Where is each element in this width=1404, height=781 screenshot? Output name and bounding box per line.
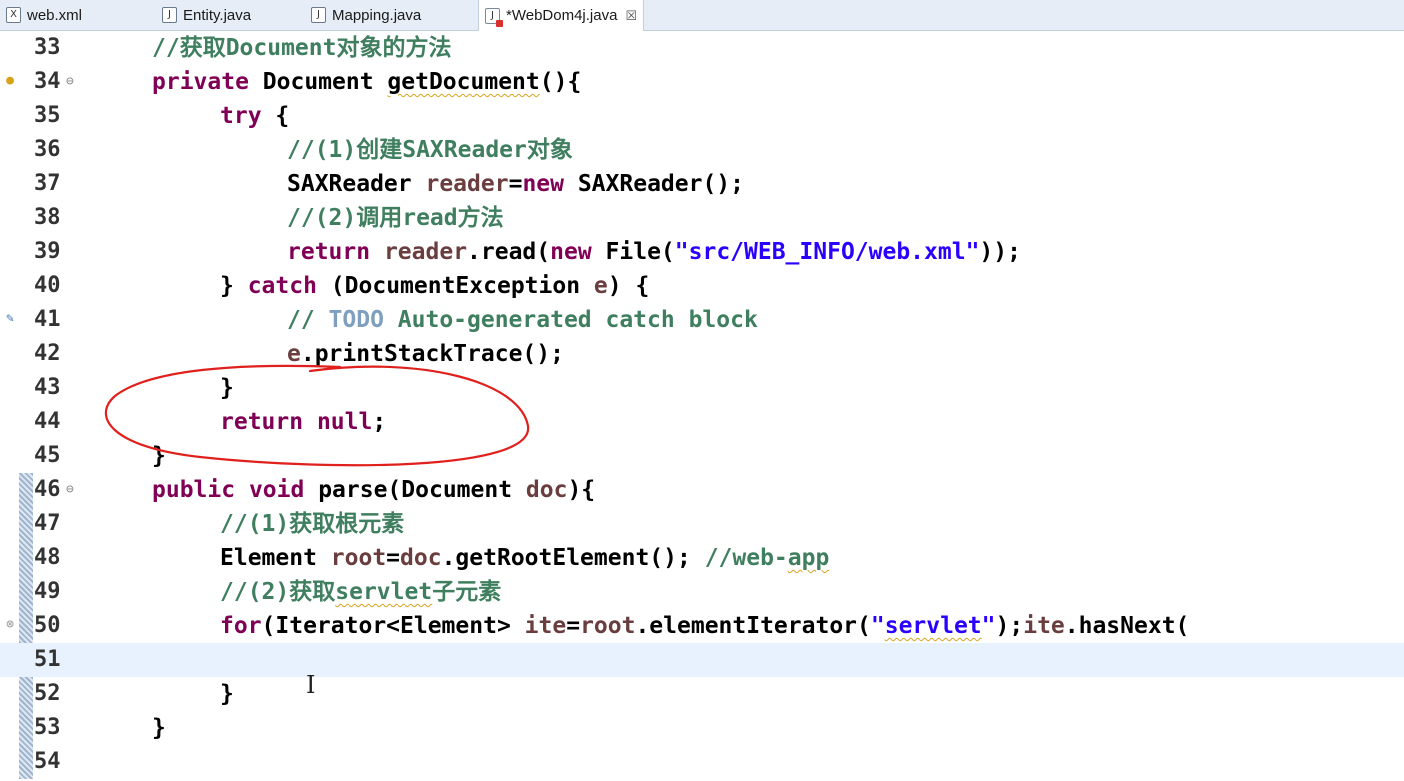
line-number: 52 — [34, 681, 61, 706]
tab-label: Entity.java — [183, 6, 252, 24]
line-number: 47 — [34, 511, 61, 536]
line-number: 33 — [34, 35, 61, 60]
line-number: 49 — [34, 579, 61, 604]
code-text: for(Iterator<Element> ite=root.elementIt… — [220, 613, 1190, 639]
tab-label: Mapping.java — [332, 6, 422, 24]
code-line: 37 SAXReader reader=new SAXReader(); — [0, 167, 1404, 201]
tab-mapping-java[interactable]: J Mapping.java — [311, 0, 421, 30]
warning-icon[interactable]: ● — [2, 73, 18, 89]
line-number: 48 — [34, 545, 61, 570]
line-number: 38 — [34, 205, 61, 230]
line-number: 51 — [34, 647, 61, 672]
code-line: 43 } — [0, 371, 1404, 405]
text-cursor-icon: I — [306, 671, 316, 699]
line-number: 42 — [34, 341, 61, 366]
code-line: 42 e.printStackTrace(); — [0, 337, 1404, 371]
code-text: Element root=doc.getRootElement(); //web… — [220, 545, 830, 571]
code-text: } — [152, 443, 166, 469]
code-text: } — [220, 681, 234, 707]
code-line: 54 — [0, 745, 1404, 779]
code-text: try { — [220, 103, 290, 129]
fold-collapse-icon[interactable]: ⊖ — [66, 65, 74, 99]
line-number: 43 — [34, 375, 61, 400]
line-number: 41 — [34, 307, 61, 332]
task-icon[interactable]: ✎ — [2, 311, 18, 327]
close-tab-icon[interactable]: ☒ — [625, 8, 637, 24]
line-number: 36 — [34, 137, 61, 162]
code-line: 48 Element root=doc.getRootElement(); //… — [0, 541, 1404, 575]
code-text: return reader.read(new File("src/WEB_INF… — [287, 239, 1021, 265]
code-line: 45 } — [0, 439, 1404, 473]
line-number: 39 — [34, 239, 61, 264]
code-line: 52 } — [0, 677, 1404, 711]
tab-webdom4j-java[interactable]: J *WebDom4j.java ☒ — [478, 0, 645, 31]
code-text: //(2)获取servlet子元素 — [220, 579, 502, 605]
line-number: 45 — [34, 443, 61, 468]
code-text: //(1)获取根元素 — [220, 511, 405, 537]
tab-label: web.xml — [27, 6, 83, 24]
code-text: //获取Document对象的方法 — [152, 35, 452, 61]
line-number: 53 — [34, 715, 61, 740]
code-editor[interactable]: 33 //获取Document对象的方法 ● 34 ⊖ private Docu… — [0, 31, 1404, 781]
code-line: 39 return reader.read(new File("src/WEB_… — [0, 235, 1404, 269]
code-line: 53 } — [0, 711, 1404, 745]
current-line[interactable]: 51 — [0, 643, 1404, 677]
fold-collapse-icon[interactable]: ⊖ — [66, 473, 74, 507]
code-line: 40 } catch (DocumentException e) { — [0, 269, 1404, 303]
code-line: 49 //(2)获取servlet子元素 — [0, 575, 1404, 609]
code-text: return null; — [220, 409, 387, 435]
error-icon[interactable]: ⊗ — [2, 617, 18, 633]
code-line: ● 34 ⊖ private Document getDocument(){ — [0, 65, 1404, 99]
line-number: 37 — [34, 171, 61, 196]
code-text: private Document getDocument(){ — [152, 69, 582, 95]
code-text: e.printStackTrace(); — [287, 341, 564, 367]
java-file-error-icon: J — [485, 7, 503, 27]
editor-tab-bar: X web.xml J Entity.java J Mapping.java J… — [0, 0, 1404, 31]
code-text: SAXReader reader=new SAXReader(); — [287, 171, 744, 197]
line-number: 50 — [34, 613, 61, 638]
code-line: ⊗ 50 for(Iterator<Element> ite=root.elem… — [0, 609, 1404, 643]
code-text: } — [152, 715, 166, 741]
code-line: 33 //获取Document对象的方法 — [0, 31, 1404, 65]
code-line: 47 //(1)获取根元素 — [0, 507, 1404, 541]
code-text: } catch (DocumentException e) { — [220, 273, 650, 299]
code-line: ✎ 41 // TODO Auto-generated catch block — [0, 303, 1404, 337]
code-text: //(1)创建SAXReader对象 — [287, 137, 573, 163]
code-line: 38 //(2)调用read方法 — [0, 201, 1404, 235]
xml-file-icon: X — [6, 7, 21, 23]
code-line: 36 //(1)创建SAXReader对象 — [0, 133, 1404, 167]
line-number: 44 — [34, 409, 61, 434]
code-text: //(2)调用read方法 — [287, 205, 504, 231]
line-number: 35 — [34, 103, 61, 128]
line-number: 40 — [34, 273, 61, 298]
tab-web-xml[interactable]: X web.xml — [6, 0, 82, 30]
code-line: 44 return null; — [0, 405, 1404, 439]
code-text: public void parse(Document doc){ — [152, 477, 596, 503]
java-file-icon: J — [311, 7, 326, 23]
java-file-icon: J — [162, 7, 177, 23]
tab-entity-java[interactable]: J Entity.java — [162, 0, 251, 30]
line-number: 54 — [34, 749, 61, 774]
code-text: // TODO Auto-generated catch block — [287, 307, 758, 333]
code-text: } — [220, 375, 234, 401]
code-line: 35 try { — [0, 99, 1404, 133]
tab-label: *WebDom4j.java — [506, 7, 618, 24]
code-line: 46 ⊖ public void parse(Document doc){ — [0, 473, 1404, 507]
